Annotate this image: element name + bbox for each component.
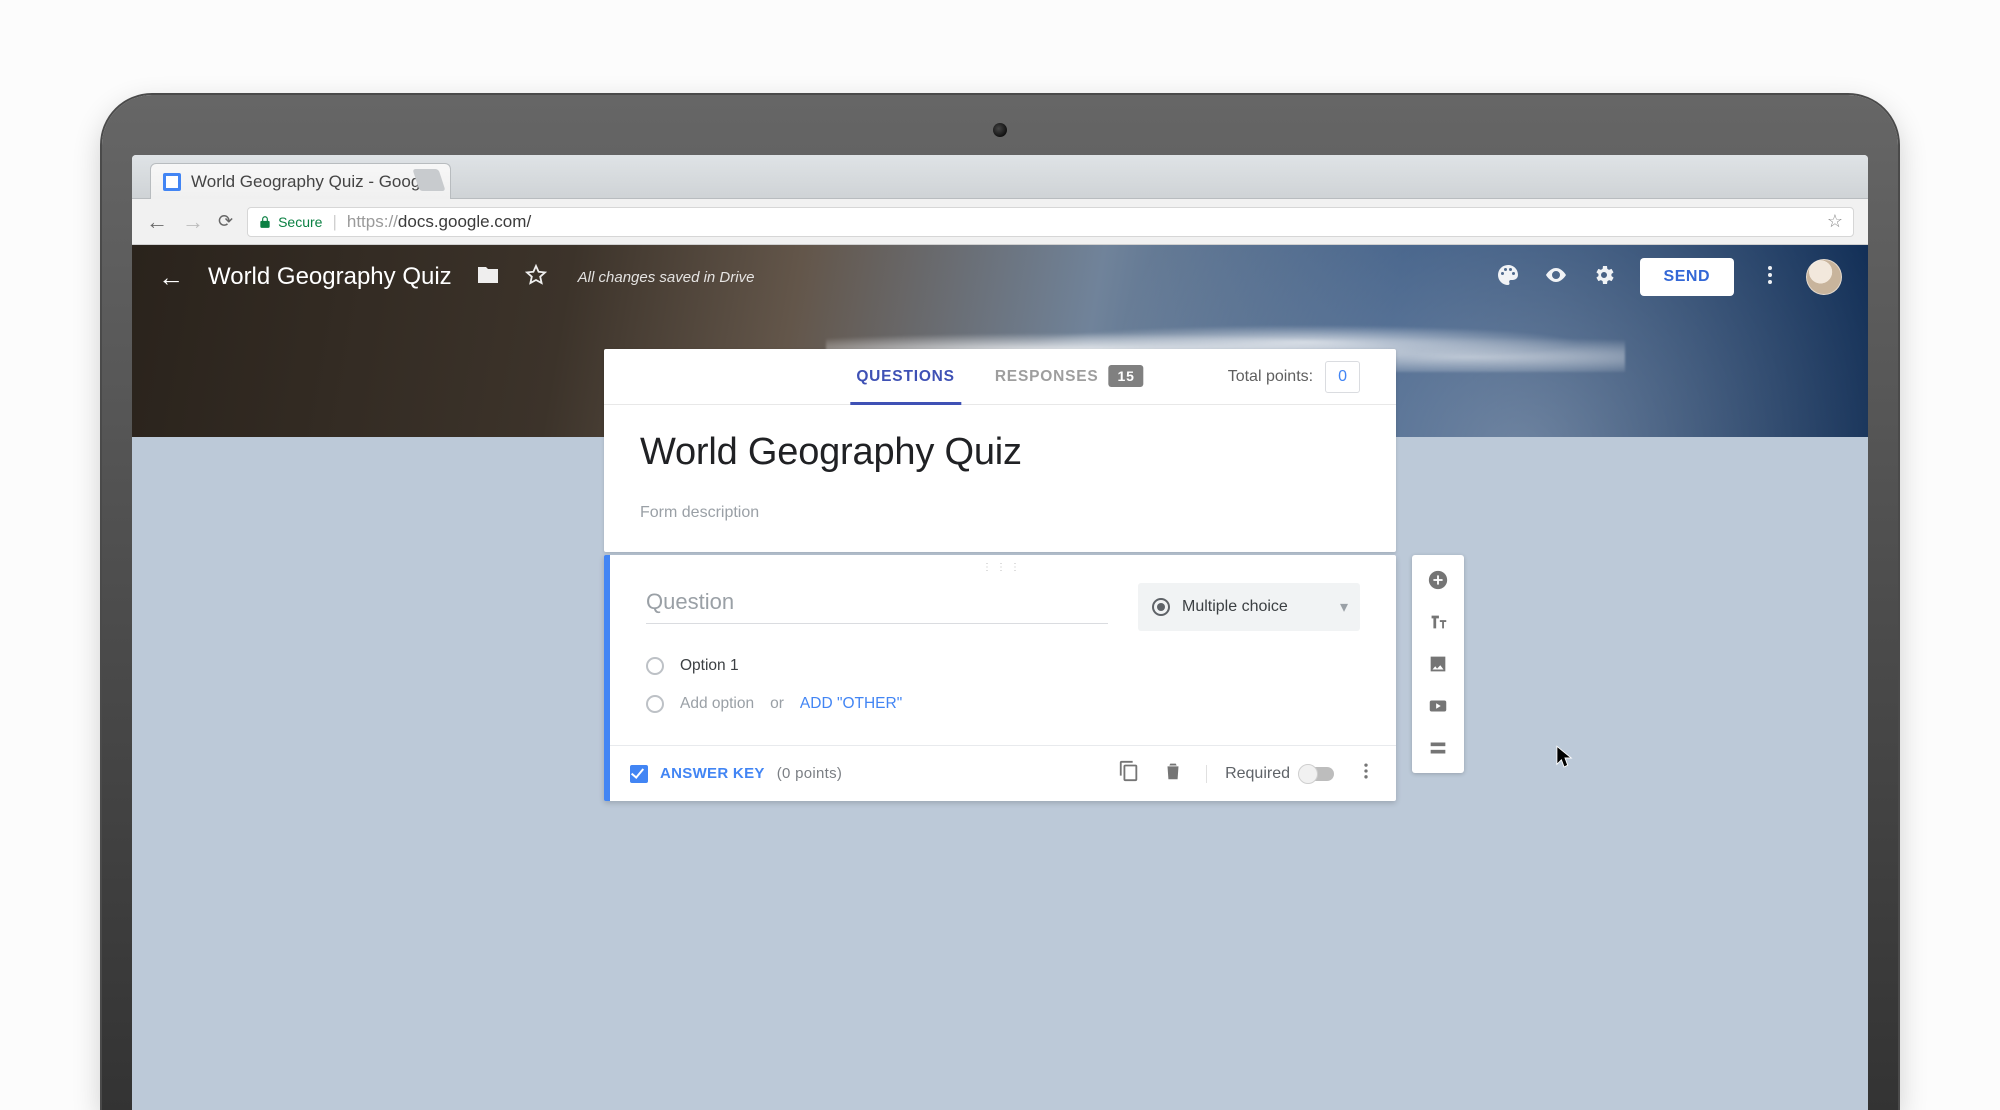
duplicate-icon[interactable] [1118, 760, 1140, 787]
radio-outline-icon [646, 695, 664, 713]
move-folder-icon[interactable] [476, 263, 500, 292]
forms-favicon-icon [163, 173, 181, 191]
user-avatar[interactable] [1806, 259, 1842, 295]
question-more-icon[interactable] [1356, 761, 1376, 786]
url-text: https://docs.google.com/ [347, 212, 531, 232]
question-card[interactable]: ⋮⋮⋮ Question Multiple choice ▾ Option 1 … [604, 555, 1396, 801]
mouse-cursor-icon [1556, 745, 1574, 771]
browser-tabstrip: World Geography Quiz - Goog × [132, 155, 1868, 199]
browser-tab[interactable]: World Geography Quiz - Goog × [150, 163, 451, 199]
laptop-camera [993, 123, 1007, 137]
address-bar[interactable]: Secure | https://docs.google.com/ ☆ [247, 207, 1854, 237]
add-section-icon[interactable] [1412, 729, 1464, 767]
document-title[interactable]: World Geography Quiz [208, 263, 452, 291]
delete-icon[interactable] [1162, 760, 1184, 787]
laptop-frame: World Geography Quiz - Goog × ← → ⟳ Secu… [102, 95, 1898, 1110]
settings-gear-icon[interactable] [1592, 263, 1616, 292]
back-arrow-icon[interactable]: ← [158, 262, 184, 293]
back-icon[interactable]: ← [146, 209, 168, 235]
answer-key-points: (0 points) [777, 765, 843, 782]
add-title-icon[interactable] [1412, 603, 1464, 641]
option-label[interactable]: Option 1 [680, 657, 739, 675]
browser-toolbar: ← → ⟳ Secure | https://docs.google.com/ … [132, 199, 1868, 245]
required-label: Required [1225, 765, 1290, 783]
add-question-icon[interactable] [1412, 561, 1464, 599]
points-label: Total points: [1228, 368, 1313, 386]
add-other-button[interactable]: ADD "OTHER" [800, 695, 902, 713]
question-type-label: Multiple choice [1182, 598, 1288, 616]
add-option-text[interactable]: Add option [680, 695, 754, 713]
total-points: Total points: 0 [1228, 361, 1360, 393]
more-vert-icon[interactable] [1758, 263, 1782, 292]
floating-toolbar [1412, 555, 1464, 773]
secure-label: Secure [278, 214, 322, 230]
form-tabs: QUESTIONS RESPONSES15 Total points: 0 [604, 349, 1396, 405]
add-image-icon[interactable] [1412, 645, 1464, 683]
add-video-icon[interactable] [1412, 687, 1464, 725]
answer-key-button[interactable]: ANSWER KEY (0 points) [630, 765, 842, 783]
toggle-switch[interactable] [1300, 767, 1334, 781]
star-icon[interactable] [524, 263, 548, 292]
radio-icon [1152, 598, 1170, 616]
tab-questions[interactable]: QUESTIONS [856, 350, 955, 404]
option-row[interactable]: Option 1 [646, 647, 1360, 685]
answer-key-label: ANSWER KEY [660, 765, 765, 782]
tab-title: World Geography Quiz - Goog [191, 172, 420, 192]
responses-count-badge: 15 [1109, 365, 1144, 387]
bookmark-star-icon[interactable]: ☆ [1827, 211, 1843, 232]
send-button[interactable]: SEND [1640, 258, 1734, 296]
forward-icon[interactable]: → [182, 209, 204, 235]
form-header-card: QUESTIONS RESPONSES15 Total points: 0 Wo… [604, 349, 1396, 552]
app-header: ← World Geography Quiz All changes saved… [132, 245, 1868, 309]
browser-window: World Geography Quiz - Goog × ← → ⟳ Secu… [132, 155, 1868, 1110]
save-status: All changes saved in Drive [578, 269, 755, 286]
add-option-row[interactable]: Add option or ADD "OTHER" [646, 685, 1360, 723]
form-title-block[interactable]: World Geography Quiz Form description [604, 405, 1396, 552]
checkbox-icon [630, 765, 648, 783]
dropdown-caret-icon: ▾ [1340, 597, 1348, 617]
form-title[interactable]: World Geography Quiz [640, 431, 1360, 474]
preview-eye-icon[interactable] [1544, 263, 1568, 292]
points-value[interactable]: 0 [1325, 361, 1360, 393]
tab-responses[interactable]: RESPONSES15 [995, 350, 1144, 404]
radio-outline-icon [646, 657, 664, 675]
secure-lock-icon: Secure [258, 214, 322, 230]
reload-icon[interactable]: ⟳ [218, 211, 233, 232]
page: ← World Geography Quiz All changes saved… [132, 245, 1868, 1110]
question-type-select[interactable]: Multiple choice ▾ [1138, 583, 1360, 631]
form-description[interactable]: Form description [640, 504, 1360, 522]
required-toggle[interactable]: Required [1206, 765, 1334, 783]
drag-handle-icon[interactable]: ⋮⋮⋮ [610, 555, 1396, 579]
question-footer: ANSWER KEY (0 points) Required [610, 745, 1396, 801]
question-title-input[interactable]: Question [646, 583, 1108, 624]
palette-icon[interactable] [1496, 263, 1520, 292]
